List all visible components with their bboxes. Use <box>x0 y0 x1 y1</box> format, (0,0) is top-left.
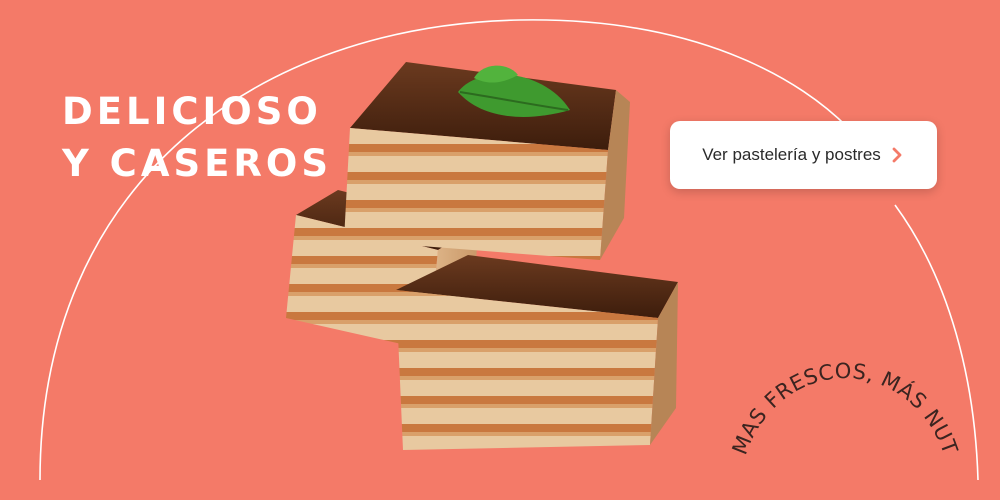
chevron-right-icon <box>889 147 905 163</box>
cake-piece-front <box>396 255 678 450</box>
cake-piece-top <box>344 62 630 260</box>
view-pastry-button-label: Ver pastelería y postres <box>702 145 881 164</box>
promo-banner: DELICIOSO Y CASEROS Ver pastelería y pos… <box>0 0 1000 500</box>
product-image <box>286 62 678 450</box>
view-pastry-button[interactable]: Ver pastelería y postres <box>670 121 937 189</box>
